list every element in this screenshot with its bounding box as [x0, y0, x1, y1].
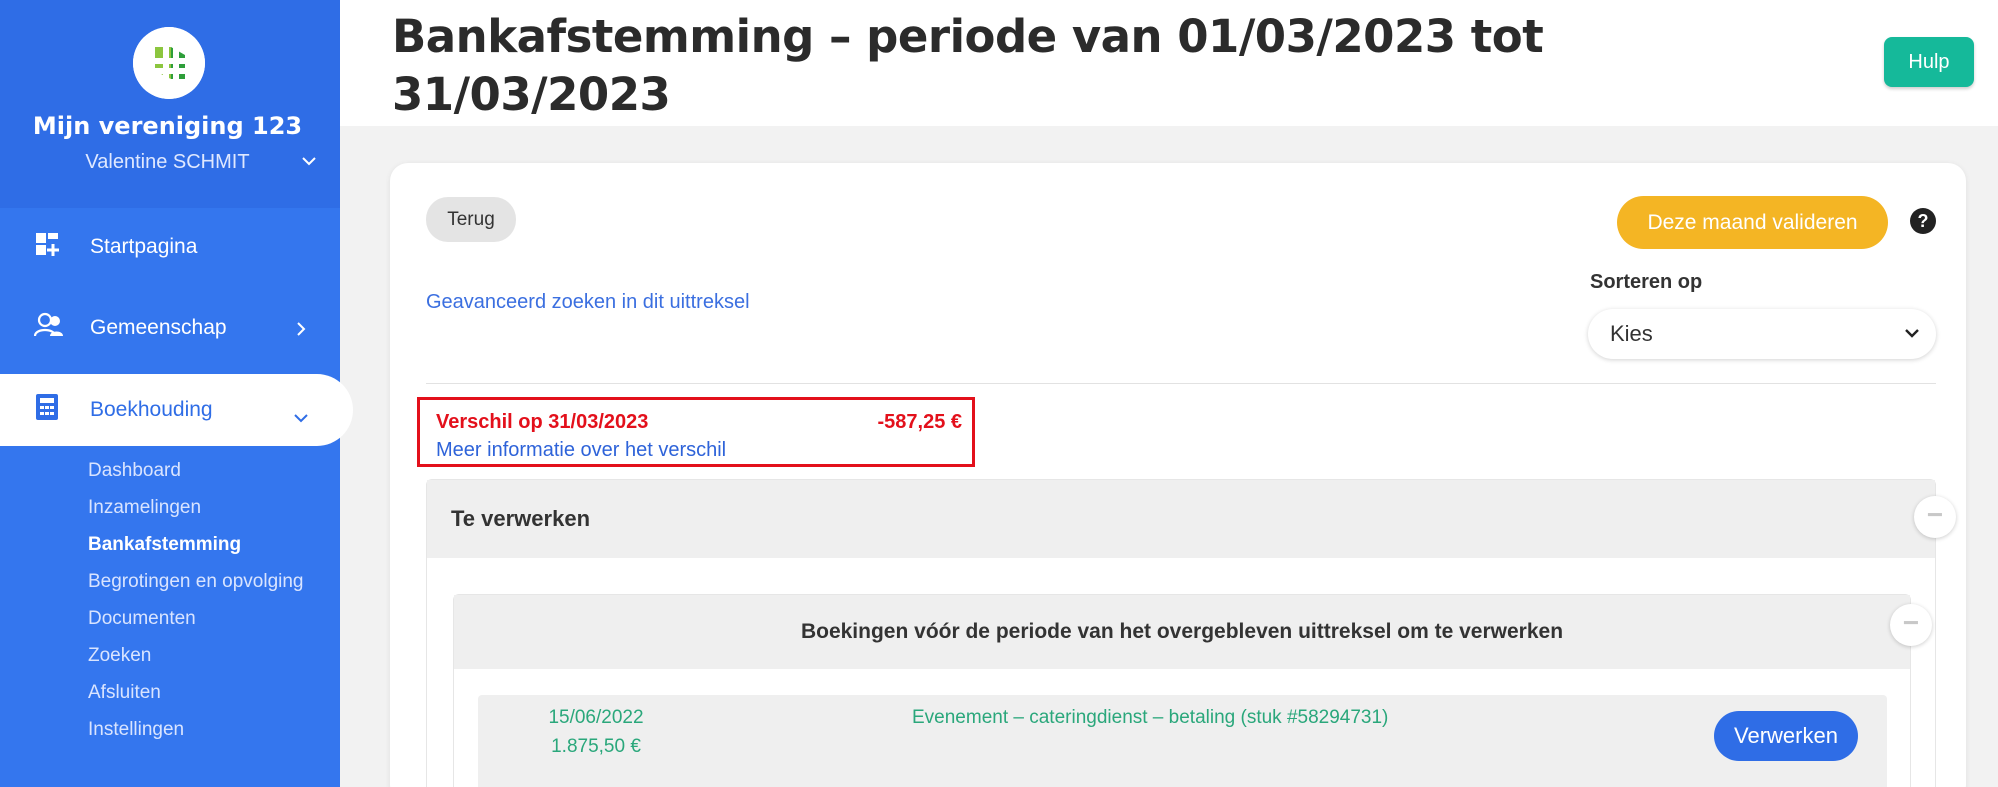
- entry-amount: 1.875,50 €: [551, 736, 641, 757]
- organization-name: Mijn vereniging 123: [32, 112, 303, 140]
- nav-label: Boekhouding: [90, 398, 213, 421]
- sidebar-header: Mijn vereniging 123 Valentine SCHMIT: [0, 0, 340, 208]
- nav-label: Startpagina: [90, 235, 198, 258]
- entries-title: Boekingen vóór de periode van het overge…: [454, 595, 1910, 669]
- page-header: Bankafstemming – periode van 01/03/2023 …: [340, 0, 1998, 126]
- subnav-inzamelingen[interactable]: Inzamelingen: [88, 497, 201, 519]
- entry-row: 15/06/2022 1.875,50 € Evenement – cateri…: [478, 695, 1887, 787]
- sort-label: Sorteren op: [1590, 271, 1703, 293]
- to-process-section: Te verwerken − Boekingen vóór de periode…: [426, 479, 1956, 787]
- difference-value: -587,25 €: [877, 411, 962, 433]
- sort-select[interactable]: Kies: [1588, 309, 1936, 359]
- process-button[interactable]: Verwerken: [1714, 711, 1858, 761]
- calculator-icon: [34, 393, 60, 427]
- subnav-zoeken[interactable]: Zoeken: [88, 645, 151, 667]
- question-icon[interactable]: ?: [1910, 208, 1936, 234]
- collapse-button[interactable]: −: [1890, 604, 1932, 646]
- difference-label: Verschil op 31/03/2023: [436, 411, 649, 433]
- subnav-begrotingen[interactable]: Begrotingen en opvolging: [88, 571, 304, 593]
- difference-info-link[interactable]: Meer informatie over het verschil: [436, 439, 726, 462]
- entry-description: Evenement – cateringdienst – betaling (s…: [912, 707, 1389, 728]
- sort-select-value: Kies: [1610, 321, 1653, 346]
- dashboard-icon: [34, 231, 60, 263]
- difference-box: Verschil op 31/03/2023 -587,25 € Meer in…: [417, 397, 975, 467]
- nav-item-gemeenschap[interactable]: Gemeenschap: [0, 292, 340, 364]
- reconciliation-card: Terug Deze maand valideren ? Geavanceerd…: [390, 163, 1966, 787]
- subnav-dashboard[interactable]: Dashboard: [88, 460, 181, 482]
- validate-month-button[interactable]: Deze maand valideren: [1617, 196, 1888, 249]
- nav-label: Gemeenschap: [90, 316, 227, 339]
- chevron-right-icon: [296, 319, 306, 343]
- subnav-afsluiten[interactable]: Afsluiten: [88, 682, 161, 704]
- nav-item-boekhouding[interactable]: Boekhouding: [0, 374, 353, 446]
- nav-item-startpagina[interactable]: Startpagina: [0, 211, 340, 283]
- entries-section: Boekingen vóór de periode van het overge…: [453, 594, 1932, 787]
- chevron-down-icon: [293, 405, 309, 429]
- collapse-button[interactable]: −: [1914, 496, 1956, 538]
- advanced-search-link[interactable]: Geavanceerd zoeken in dit uittreksel: [426, 291, 750, 314]
- page-title: Bankafstemming – periode van 01/03/2023 …: [392, 10, 1544, 121]
- chevron-down-icon: [1904, 309, 1920, 377]
- subnav-bankafstemming[interactable]: Bankafstemming: [88, 534, 241, 556]
- chevron-down-icon[interactable]: [300, 152, 318, 175]
- to-process-title: Te verwerken: [427, 480, 1935, 558]
- subnav-instellingen[interactable]: Instellingen: [88, 719, 184, 741]
- back-button[interactable]: Terug: [426, 197, 516, 242]
- organization-logo: [133, 27, 205, 99]
- subnav-documenten[interactable]: Documenten: [88, 608, 196, 630]
- entry-date: 15/06/2022: [548, 707, 644, 728]
- help-button[interactable]: Hulp: [1884, 37, 1974, 87]
- user-name[interactable]: Valentine SCHMIT: [0, 151, 335, 174]
- sidebar: Mijn vereniging 123 Valentine SCHMIT Sta…: [0, 0, 353, 787]
- divider: [426, 383, 1936, 384]
- users-icon: [33, 312, 64, 344]
